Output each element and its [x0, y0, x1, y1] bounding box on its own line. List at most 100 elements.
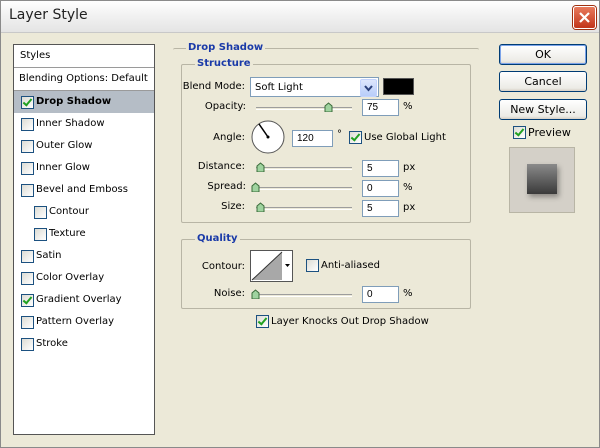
close-button[interactable]: [573, 6, 596, 29]
sidebar-item-label: Outer Glow: [36, 140, 93, 151]
preview-swatch: [527, 164, 557, 194]
sidebar-item-outer-glow[interactable]: Outer Glow: [14, 135, 154, 157]
chevron-down-icon: [364, 85, 373, 92]
distance-slider-track[interactable]: [256, 167, 352, 170]
noise-label: Noise:: [213, 288, 245, 299]
distance-slider-thumb[interactable]: [256, 162, 265, 172]
contour-label: Contour:: [201, 261, 245, 272]
sidebar-item-pattern-overlay[interactable]: Pattern Overlay: [14, 311, 154, 333]
size-slider-track[interactable]: [256, 207, 352, 210]
angle-label: Angle:: [213, 132, 245, 143]
sidebar-item-drop-shadow[interactable]: Drop Shadow: [14, 91, 154, 113]
outer-glow-checkbox[interactable]: [21, 140, 34, 153]
sidebar-item-texture[interactable]: Texture: [14, 223, 154, 245]
sidebar-item-label: Drop Shadow: [36, 96, 112, 107]
sidebar-item-label: Gradient Overlay: [36, 294, 122, 305]
contour-picker-button[interactable]: [283, 250, 293, 282]
opacity-unit: %: [403, 101, 413, 112]
inner-shadow-checkbox[interactable]: [21, 118, 34, 131]
stroke-checkbox[interactable]: [21, 338, 34, 351]
size-unit: px: [403, 202, 416, 213]
sidebar-item-label: Bevel and Emboss: [36, 184, 128, 195]
angle-dial[interactable]: [250, 119, 286, 155]
sidebar-item-satin[interactable]: Satin: [14, 245, 154, 267]
distance-unit: px: [403, 162, 416, 173]
satin-checkbox[interactable]: [21, 250, 34, 263]
sidebar-item-color-overlay[interactable]: Color Overlay: [14, 267, 154, 289]
triangle-down-icon: [285, 264, 290, 267]
anti-aliased-label: Anti-aliased: [321, 260, 381, 271]
color-overlay-checkbox[interactable]: [21, 272, 34, 285]
distance-label: Distance:: [197, 161, 245, 172]
anti-aliased-checkbox[interactable]: [306, 259, 319, 272]
sidebar-item-label: Contour: [49, 206, 89, 217]
blending-options-item[interactable]: Blending Options: Default: [14, 68, 154, 91]
angle-input[interactable]: [292, 130, 333, 147]
spread-label: Spread:: [207, 181, 246, 192]
title-bar[interactable]: Layer Style: [1, 1, 599, 33]
pattern-overlay-checkbox[interactable]: [21, 316, 34, 329]
blend-mode-label: Blend Mode:: [182, 81, 245, 92]
contour-preview[interactable]: [250, 250, 284, 282]
new-style-button[interactable]: New Style...: [499, 99, 587, 120]
noise-slider-thumb[interactable]: [251, 289, 260, 299]
inner-glow-checkbox[interactable]: [21, 162, 34, 175]
styles-header[interactable]: Styles: [14, 45, 154, 68]
spread-input[interactable]: [362, 180, 399, 197]
spread-unit: %: [403, 182, 413, 193]
angle-unit: °: [337, 129, 342, 140]
sidebar-item-label: Color Overlay: [36, 272, 105, 283]
gradient-overlay-checkbox[interactable]: [21, 294, 34, 307]
opacity-slider-track[interactable]: [256, 107, 352, 110]
drop-shadow-checkbox[interactable]: [21, 96, 34, 109]
bevel-emboss-checkbox[interactable]: [21, 184, 34, 197]
opacity-slider-thumb[interactable]: [324, 102, 333, 112]
use-global-light-checkbox[interactable]: [349, 131, 362, 144]
ok-button[interactable]: OK: [499, 44, 587, 65]
spread-slider-track[interactable]: [256, 187, 352, 190]
opacity-input[interactable]: [362, 99, 399, 116]
layer-knocks-out-checkbox[interactable]: [256, 315, 269, 328]
sidebar-item-label: Stroke: [36, 338, 68, 349]
distance-input[interactable]: [362, 160, 399, 177]
preview-label: Preview: [528, 126, 571, 139]
structure-title: Structure: [195, 58, 253, 69]
quality-title: Quality: [195, 233, 240, 244]
sidebar-item-label: Inner Glow: [36, 162, 90, 173]
sidebar-item-inner-glow[interactable]: Inner Glow: [14, 157, 154, 179]
spread-slider-thumb[interactable]: [251, 182, 260, 192]
sidebar-item-label: Inner Shadow: [36, 118, 105, 129]
noise-slider-track[interactable]: [256, 294, 352, 297]
preview-checkbox[interactable]: [513, 126, 526, 139]
sidebar-item-inner-shadow[interactable]: Inner Shadow: [14, 113, 154, 135]
sidebar-item-label: Satin: [36, 250, 62, 261]
size-slider-thumb[interactable]: [256, 202, 265, 212]
drop-shadow-title: Drop Shadow: [186, 42, 266, 53]
layer-style-dialog: Layer Style Styles Blending Options: Def…: [0, 0, 600, 448]
blending-options-label: Blending Options: Default: [19, 73, 148, 84]
size-input[interactable]: [362, 200, 399, 217]
sidebar-item-label: Pattern Overlay: [36, 316, 115, 327]
texture-checkbox[interactable]: [34, 228, 47, 241]
styles-list: Styles Blending Options: Default Drop Sh…: [13, 44, 155, 435]
opacity-label: Opacity:: [204, 101, 246, 112]
sidebar-item-stroke[interactable]: Stroke: [14, 333, 154, 355]
sidebar-item-label: Texture: [49, 228, 86, 239]
sidebar-item-contour[interactable]: Contour: [14, 201, 154, 223]
cancel-button[interactable]: Cancel: [499, 71, 587, 92]
style-preview-thumbnail: [509, 147, 575, 213]
blend-mode-select[interactable]: Soft Light: [250, 77, 379, 97]
use-global-light-label: Use Global Light: [364, 132, 446, 143]
contour-checkbox[interactable]: [34, 206, 47, 219]
noise-input[interactable]: [362, 286, 399, 303]
size-label: Size:: [221, 201, 245, 212]
sidebar-item-bevel-emboss[interactable]: Bevel and Emboss: [14, 179, 154, 201]
layer-knocks-out-label: Layer Knocks Out Drop Shadow: [271, 316, 429, 327]
close-icon: [579, 12, 590, 23]
sidebar-item-gradient-overlay[interactable]: Gradient Overlay: [14, 289, 154, 311]
dropdown-arrow-button[interactable]: [360, 79, 377, 97]
shadow-color-swatch[interactable]: [383, 78, 414, 95]
window-title: Layer Style: [9, 7, 88, 23]
noise-unit: %: [403, 288, 413, 299]
contour-curve-icon: [251, 251, 283, 281]
